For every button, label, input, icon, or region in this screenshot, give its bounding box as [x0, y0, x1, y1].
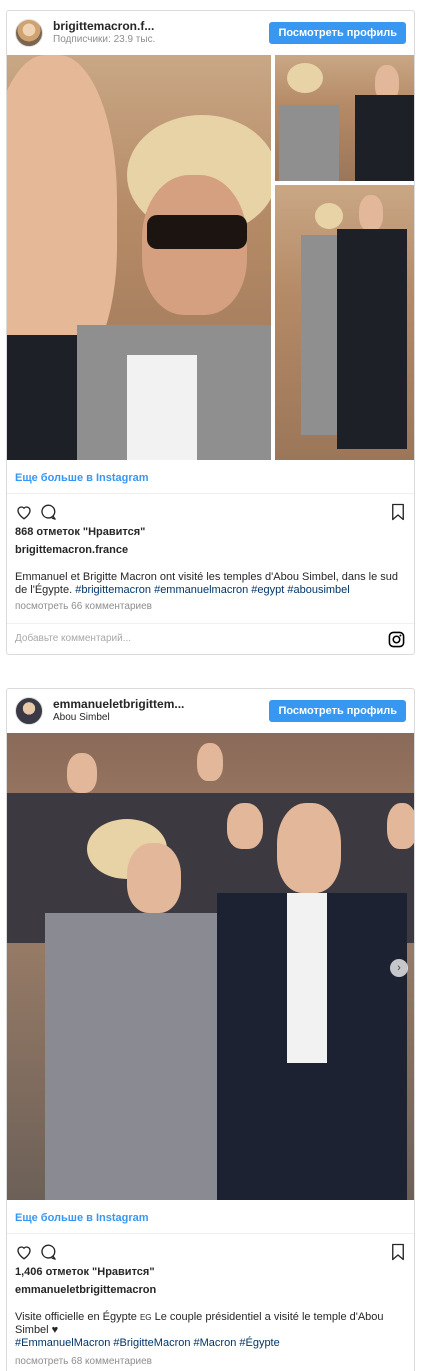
photo-face-bg-1 [67, 753, 97, 793]
photo-face-bg-4 [387, 803, 414, 849]
post-caption: Visite officielle en Égypte EG Le couple… [15, 1311, 406, 1350]
avatar[interactable] [15, 697, 43, 725]
photo-face-man [277, 803, 341, 893]
chevron-right-icon[interactable]: › [390, 959, 408, 977]
photo-face-bg-2 [197, 743, 223, 781]
likes-count[interactable]: 1,406 отметок "Нравится" [15, 1266, 155, 1278]
post-owner[interactable]: emmanueletbrigittemacron [15, 1284, 156, 1296]
post-photo-bottom-right[interactable] [275, 185, 414, 460]
flag-egypt: EG [139, 1313, 152, 1322]
post-photo-top-right[interactable] [275, 55, 414, 181]
comment-icon[interactable] [39, 1243, 57, 1261]
photo-hair [287, 63, 323, 93]
username[interactable]: brigittemacron.f... [53, 20, 155, 34]
post-header: brigittemacron.f... Подписчики: 23.9 тыс… [7, 11, 414, 55]
photo-sunglasses [147, 215, 247, 249]
add-comment-row [7, 623, 414, 654]
photo-collar [127, 355, 197, 460]
view-comments-link[interactable]: посмотреть 68 комментариев [15, 1356, 152, 1367]
instagram-embed-post-2: emmanueletbrigittem... Abou Simbel Посмо… [6, 688, 415, 1371]
view-profile-button[interactable]: Посмотреть профиль [269, 22, 406, 44]
photo-face-woman [127, 843, 181, 913]
photo-suit [355, 95, 414, 181]
likes-count[interactable]: 868 отметок "Нравится" [15, 526, 145, 538]
post-photo-main[interactable]: › [7, 733, 414, 1200]
instagram-icon[interactable] [388, 631, 405, 648]
location-label[interactable]: Abou Simbel [53, 712, 184, 724]
photo-jacket [279, 105, 339, 181]
account-info: emmanueletbrigittem... Abou Simbel [53, 698, 184, 724]
caption-text: Visite officielle en Égypte [15, 1311, 140, 1323]
heart-icon[interactable] [15, 503, 33, 521]
post-caption: Emmanuel et Brigitte Macron ont visité l… [15, 571, 406, 597]
photo-gray-suit [45, 913, 225, 1200]
avatar[interactable] [15, 19, 43, 47]
more-on-instagram-link[interactable]: Еще больше в Instagram [7, 462, 414, 494]
action-bar [7, 1239, 414, 1269]
post-photo-main[interactable] [7, 55, 271, 460]
heart-icon[interactable] [15, 1243, 33, 1261]
more-on-instagram-link[interactable]: Еще больше в Instagram [7, 1202, 414, 1234]
photo-face-bg-3 [227, 803, 263, 849]
post-header: emmanueletbrigittem... Abou Simbel Посмо… [7, 689, 414, 733]
view-profile-button[interactable]: Посмотреть профиль [269, 700, 406, 722]
action-bar [7, 499, 414, 529]
comment-icon[interactable] [39, 503, 57, 521]
bookmark-icon[interactable] [390, 1243, 406, 1261]
instagram-embed-post-1: brigittemacron.f... Подписчики: 23.9 тыс… [6, 10, 415, 655]
photo-hair [315, 203, 343, 229]
account-info: brigittemacron.f... Подписчики: 23.9 тыс… [53, 20, 156, 46]
view-comments-link[interactable]: посмотреть 66 комментариев [15, 601, 152, 612]
add-comment-input[interactable] [15, 633, 345, 644]
caption-hashtags[interactable]: #brigittemacron #emmanuelmacron #egypt #… [75, 584, 350, 596]
caption-hashtags[interactable]: #EmmanuelMacron #BrigitteMacron #Macron … [15, 1337, 280, 1349]
photo-suit [337, 229, 407, 449]
username[interactable]: emmanueletbrigittem... [53, 698, 184, 712]
bookmark-icon[interactable] [390, 503, 406, 521]
photo-face [359, 195, 383, 231]
photo-white-shirt [287, 893, 327, 1063]
followers-count: Подписчики: 23.9 тыс. [53, 34, 156, 46]
post-owner[interactable]: brigittemacron.france [15, 544, 128, 556]
